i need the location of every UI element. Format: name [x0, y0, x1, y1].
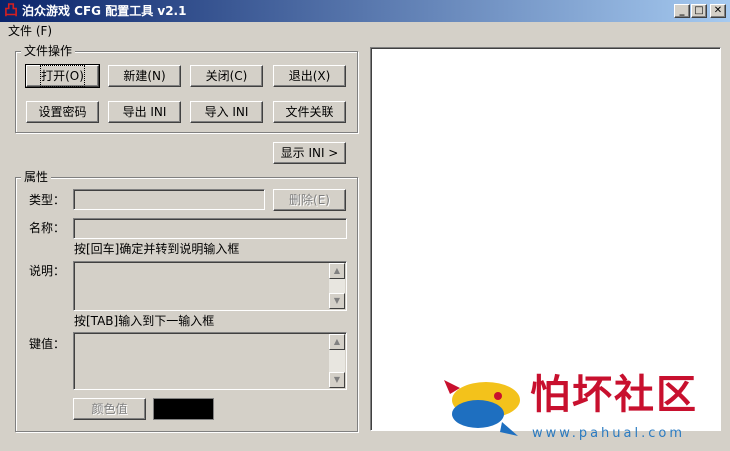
description-hint: 按[TAB]输入到下一输入框 [74, 314, 215, 328]
set-password-button[interactable]: 设置密码 [26, 101, 99, 123]
key-value-textarea[interactable]: ▲ ▼ [73, 332, 347, 390]
open-button-label: 打开(O) [40, 65, 85, 87]
import-ini-button[interactable]: 导入 INI [190, 101, 263, 123]
close-button-label: 关闭(C) [205, 69, 248, 83]
key-value-label: 键值： [29, 337, 66, 351]
scroll-up-icon[interactable]: ▲ [329, 334, 345, 350]
fish-logo-icon [444, 380, 520, 436]
window-title: 泊众游戏 CFG 配置工具 v2.1 [22, 4, 187, 18]
maximize-icon: □ [694, 5, 704, 16]
type-field[interactable] [73, 189, 265, 210]
name-label: 名称： [29, 221, 66, 235]
close-window-button[interactable]: ✕ [710, 4, 726, 18]
exit-button-label: 退出(X) [288, 69, 331, 83]
set-password-label: 设置密码 [38, 105, 87, 119]
minimize-button[interactable]: _ [674, 4, 690, 18]
exit-button[interactable]: 退出(X) [273, 65, 346, 87]
color-swatch [153, 398, 214, 420]
file-ops-group-title: 文件操作 [21, 44, 76, 58]
watermark-text: 怕坏社区 [530, 372, 698, 418]
description-scrollbar[interactable]: ▲ ▼ [329, 263, 345, 309]
name-hint: 按[回车]确定并转到说明输入框 [74, 242, 240, 256]
new-button-label: 新建(N) [123, 69, 166, 83]
file-association-label: 文件关联 [285, 105, 334, 119]
scroll-down-icon[interactable]: ▼ [329, 293, 345, 309]
scroll-down-icon[interactable]: ▼ [329, 372, 345, 388]
name-input[interactable] [73, 218, 347, 239]
menu-bar: 文件 (F) [0, 22, 730, 40]
watermark-url: www.pahual.com [532, 426, 686, 441]
key-value-scrollbar[interactable]: ▲ ▼ [329, 334, 345, 388]
import-ini-label: 导入 INI [204, 105, 249, 119]
export-ini-button[interactable]: 导出 INI [108, 101, 181, 123]
description-label: 说明： [29, 264, 66, 278]
file-association-button[interactable]: 文件关联 [273, 101, 346, 123]
minimize-icon: _ [679, 5, 685, 16]
title-bar[interactable]: 凸 泊众游戏 CFG 配置工具 v2.1 _ □ ✕ [0, 0, 730, 22]
close-icon: ✕ [713, 5, 723, 16]
close-button[interactable]: 关闭(C) [190, 65, 263, 87]
scroll-up-icon[interactable]: ▲ [329, 263, 345, 279]
description-textarea[interactable]: ▲ ▼ [73, 261, 347, 311]
menu-file[interactable]: 文件 (F) [8, 24, 52, 38]
new-button[interactable]: 新建(N) [108, 65, 181, 87]
app-icon: 凸 [4, 3, 18, 19]
color-value-button[interactable]: 颜色值 [73, 398, 146, 420]
type-label: 类型： [29, 193, 66, 207]
open-button[interactable]: 打开(O) [25, 64, 100, 88]
color-value-label: 颜色值 [91, 402, 128, 416]
show-ini-label: 显示 INI > [280, 146, 339, 160]
export-ini-label: 导出 INI [122, 105, 167, 119]
properties-group-title: 属性 [21, 170, 52, 184]
delete-button[interactable]: 删除(E) [273, 189, 346, 211]
show-ini-button[interactable]: 显示 INI > [273, 142, 346, 164]
maximize-button[interactable]: □ [691, 4, 707, 18]
delete-button-label: 删除(E) [289, 193, 330, 207]
